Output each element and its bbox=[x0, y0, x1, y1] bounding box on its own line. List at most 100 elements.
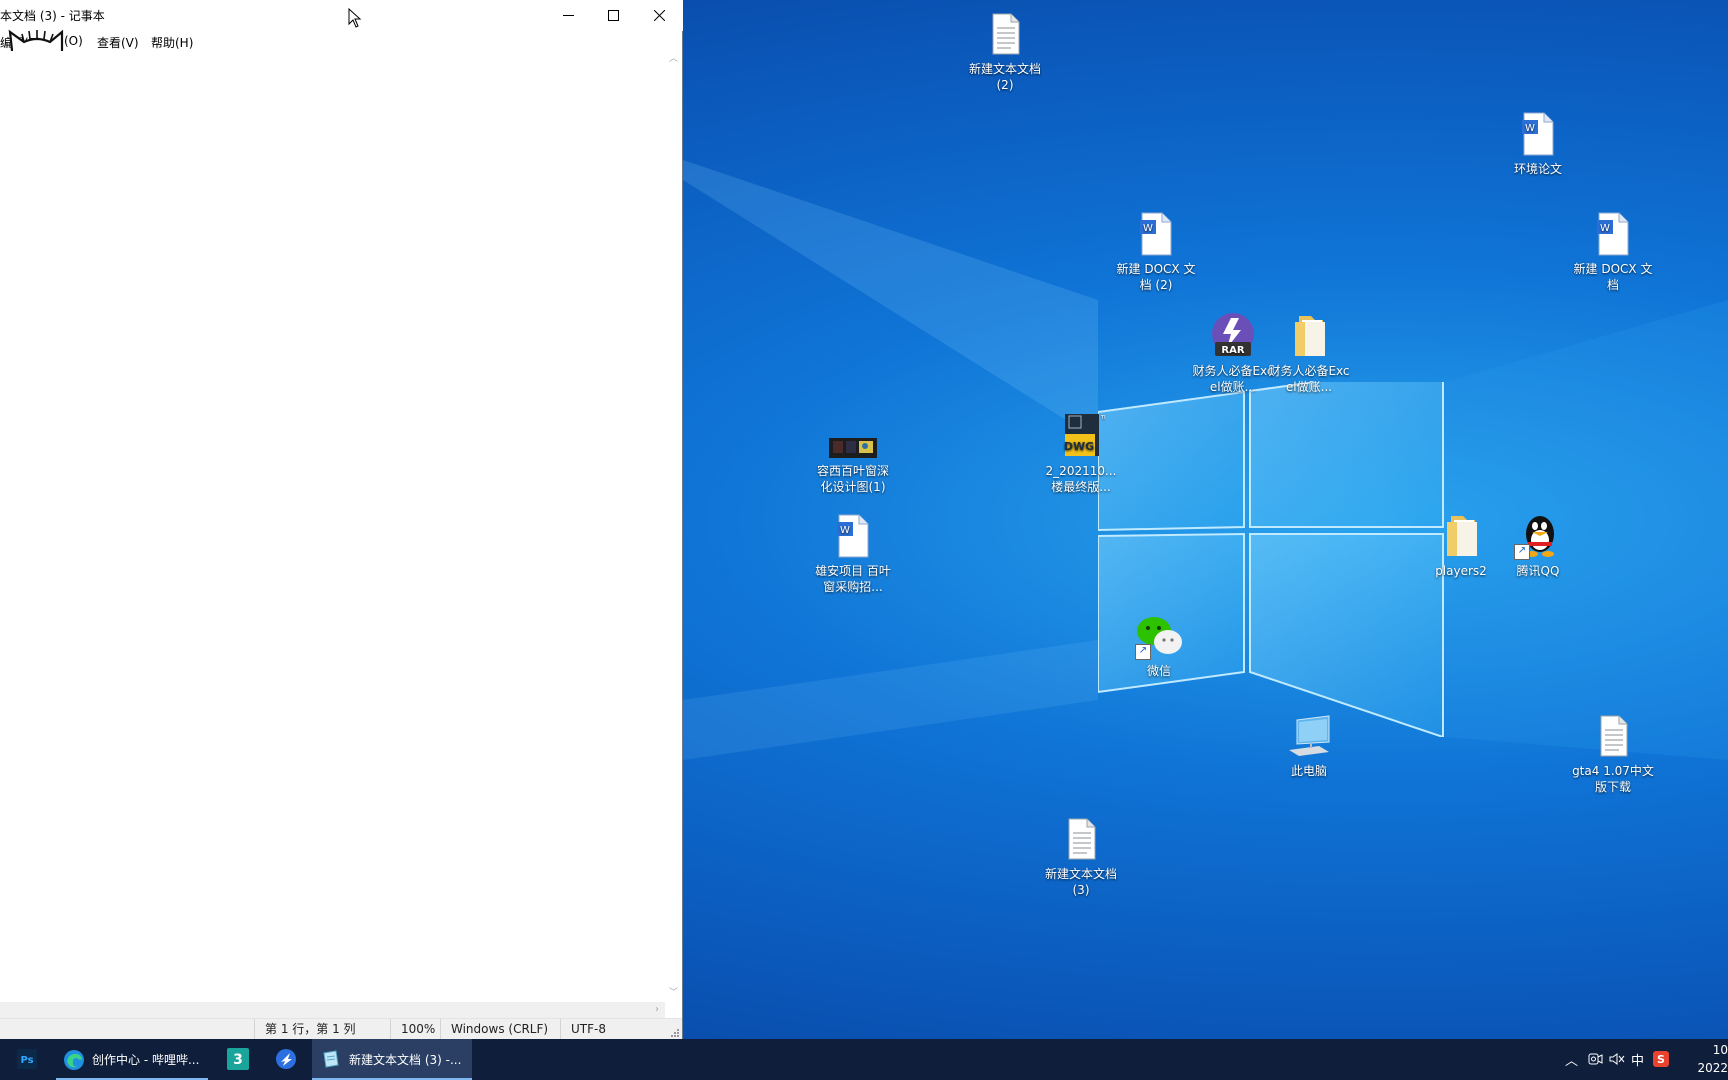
scroll-down-icon[interactable]: ﹀ bbox=[669, 989, 678, 998]
svg-text:S: S bbox=[1657, 1053, 1665, 1066]
scroll-up-icon[interactable]: ︿ bbox=[669, 55, 678, 64]
window-title: 本文档 (3) - 记事本 bbox=[0, 9, 105, 23]
svg-text:W: W bbox=[1600, 223, 1610, 234]
desktop-icon-label: players2 bbox=[1435, 564, 1487, 578]
qq-icon: ↗ bbox=[1514, 512, 1562, 560]
desktop-icon-label: 环境论文 bbox=[1513, 162, 1562, 176]
menu-view[interactable]: 查看(V) bbox=[97, 34, 139, 51]
svg-text:3: 3 bbox=[233, 1052, 243, 1068]
text-editor-area[interactable] bbox=[0, 51, 665, 1002]
clock[interactable]: 10 2022 bbox=[1697, 1041, 1728, 1077]
volume-muted-icon[interactable] bbox=[1609, 1052, 1625, 1066]
desktop-icon[interactable]: W 新建 DOCX 文档 bbox=[1570, 210, 1656, 293]
text-file-icon bbox=[981, 10, 1029, 58]
svg-text:TM: TM bbox=[1100, 415, 1105, 421]
taskbar-item-edge[interactable]: 创作中心 - 哔哩哔... bbox=[56, 1039, 208, 1080]
taskbar: Ps 创作中心 - 哔哩哔... 3 新建文本文档 (3) -... ︿ 中 S… bbox=[0, 1039, 1728, 1080]
dwg-file-icon: DWG TM bbox=[1057, 412, 1108, 460]
maximize-button[interactable] bbox=[591, 0, 636, 31]
taskbar-item-feishu[interactable] bbox=[272, 1039, 300, 1080]
folder-icon bbox=[1285, 312, 1333, 360]
edge-icon bbox=[64, 1050, 84, 1070]
desktop-icon-label: 容西百叶窗深化设计图(1) bbox=[816, 464, 889, 494]
desktop-icon[interactable]: 新建文本文档 (3) bbox=[1038, 815, 1124, 898]
image-thumbnail-icon bbox=[829, 412, 877, 460]
desktop-icon[interactable]: 新建文本文档 (2) bbox=[962, 10, 1048, 93]
minimize-icon bbox=[563, 15, 574, 16]
desktop-icon-label: 微信 bbox=[1146, 664, 1171, 678]
shortcut-arrow-icon: ↗ bbox=[1135, 644, 1151, 660]
desktop-icon[interactable]: 此电脑 bbox=[1266, 712, 1352, 779]
horizontal-scrollbar[interactable]: › bbox=[0, 1002, 665, 1018]
svg-text:W: W bbox=[840, 525, 850, 536]
computer-icon bbox=[1285, 712, 1333, 760]
taskbar-item-label: 新建文本文档 (3) -... bbox=[349, 1053, 462, 1067]
desktop-icon-label: 新建文本文档 (2) bbox=[968, 62, 1041, 92]
desktop-icon[interactable]: RAR 财务人必备Excel做账... bbox=[1190, 312, 1276, 395]
svg-text:W: W bbox=[1525, 123, 1535, 134]
text-file-icon bbox=[1589, 712, 1637, 760]
scroll-right-icon[interactable]: › bbox=[655, 1004, 659, 1015]
desktop-icon-label: 雄安项目 百叶窗采购招... bbox=[815, 564, 891, 594]
desktop-icon-label: 新建 DOCX 文档 (2) bbox=[1116, 262, 1196, 292]
desktop-icon-label: 财务人必备Excel做账... bbox=[1268, 364, 1350, 394]
svg-text:DWG: DWG bbox=[1064, 440, 1094, 453]
mouse-pointer-icon bbox=[348, 8, 362, 28]
desktop-icon[interactable]: DWG TM 2_202110...楼最终版... bbox=[1038, 412, 1124, 495]
taskbar-item-3dsmax[interactable]: 3 bbox=[224, 1039, 252, 1080]
desktop-icon-label: 新建文本文档 (3) bbox=[1044, 867, 1117, 897]
status-bar: 第 1 行，第 1 列 100% Windows (CRLF) UTF-8 bbox=[0, 1018, 682, 1040]
desktop-icon[interactable]: gta4 1.07中文版下载 bbox=[1570, 712, 1656, 795]
desktop-icon[interactable]: ↗ 微信 bbox=[1116, 612, 1202, 679]
notepad-icon bbox=[323, 1050, 339, 1068]
desktop-icon[interactable]: W 雄安项目 百叶窗采购招... bbox=[810, 512, 896, 595]
zoom-level: 100% bbox=[390, 1019, 435, 1040]
taskbar-item-label: 创作中心 - 哔哩哔... bbox=[92, 1053, 200, 1067]
desktop-icon-label: 2_202110...楼最终版... bbox=[1045, 464, 1117, 494]
desktop-icon[interactable]: W 新建 DOCX 文档 (2) bbox=[1113, 210, 1199, 293]
encoding: UTF-8 bbox=[560, 1019, 671, 1040]
title-bar[interactable]: 本文档 (3) - 记事本 bbox=[0, 0, 683, 31]
rar-archive-icon: RAR bbox=[1209, 312, 1257, 360]
menu-bar: 编辑(E) (O) 查看(V) 帮助(H) bbox=[0, 31, 683, 51]
system-tray: ︿ 中 S 10 2022 bbox=[1565, 1039, 1728, 1080]
shortcut-arrow-icon: ↗ bbox=[1514, 544, 1530, 560]
windows-logo-wallpaper bbox=[1097, 362, 1445, 739]
resize-grip-icon[interactable] bbox=[670, 1028, 680, 1038]
line-ending: Windows (CRLF) bbox=[440, 1019, 551, 1040]
menu-help[interactable]: 帮助(H) bbox=[151, 34, 193, 51]
ime-indicator[interactable]: 中 bbox=[1631, 1050, 1644, 1069]
minimize-button[interactable] bbox=[546, 0, 591, 31]
close-icon bbox=[654, 10, 665, 21]
word-doc-icon: W bbox=[1132, 210, 1180, 258]
text-file-icon bbox=[1057, 815, 1105, 863]
vertical-scrollbar[interactable]: ︿ ﹀ bbox=[665, 51, 682, 1002]
3dsmax-icon: 3 bbox=[227, 1048, 249, 1070]
word-doc-icon: W bbox=[1589, 210, 1637, 258]
clock-date: 2022 bbox=[1697, 1061, 1728, 1075]
wechat-icon: ↗ bbox=[1135, 612, 1183, 660]
close-button[interactable] bbox=[637, 0, 682, 31]
desktop-icon-label: 此电脑 bbox=[1290, 764, 1327, 778]
feishu-icon bbox=[276, 1049, 296, 1069]
sogou-ime-icon[interactable]: S bbox=[1653, 1051, 1669, 1067]
chevron-up-icon[interactable]: ︿ bbox=[1565, 1050, 1578, 1069]
clock-time: 10 bbox=[1712, 1043, 1728, 1057]
svg-text:W: W bbox=[1143, 223, 1153, 234]
desktop-icon-label: 新建 DOCX 文档 bbox=[1573, 262, 1653, 292]
notepad-window[interactable]: 本文档 (3) - 记事本 编辑(E) (O) 查看(V) 帮助(H) ︿ ﹀ … bbox=[0, 0, 683, 1040]
desktop-icon[interactable]: W 环境论文 bbox=[1495, 110, 1581, 177]
desktop-icon[interactable]: ↗ 腾讯QQ bbox=[1495, 512, 1581, 579]
cursor-position: 第 1 行，第 1 列 bbox=[254, 1019, 367, 1040]
photoshop-icon: Ps bbox=[17, 1049, 37, 1069]
svg-text:RAR: RAR bbox=[1221, 345, 1244, 356]
taskbar-item-photoshop[interactable]: Ps bbox=[12, 1039, 42, 1080]
taskbar-item-notepad[interactable]: 新建文本文档 (3) -... bbox=[312, 1039, 472, 1080]
maximize-icon bbox=[608, 10, 619, 21]
camera-icon[interactable] bbox=[1587, 1052, 1603, 1066]
desktop-icon[interactable]: 财务人必备Excel做账... bbox=[1266, 312, 1352, 395]
desktop-icon-label: 腾讯QQ bbox=[1516, 564, 1560, 578]
word-doc-icon: W bbox=[829, 512, 877, 560]
desktop-icon[interactable]: 容西百叶窗深化设计图(1) bbox=[810, 412, 896, 495]
desktop-icon[interactable]: players2 bbox=[1418, 512, 1504, 579]
